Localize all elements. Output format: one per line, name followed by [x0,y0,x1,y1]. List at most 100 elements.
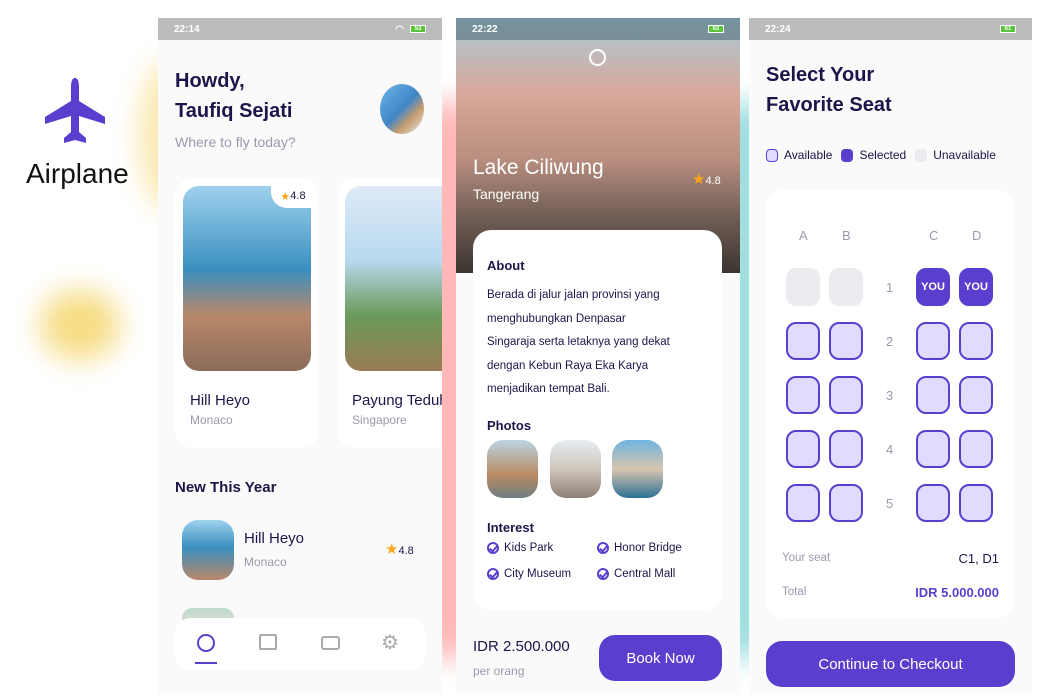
legend-label: Available [784,148,833,162]
destination-location: Monaco [190,413,233,427]
price: IDR 2.500.000 [473,638,570,655]
seat-C2[interactable] [916,322,950,360]
seat-C3[interactable] [916,376,950,414]
status-bar: 22:24 61 [749,18,1032,40]
subtitle: Where to fly today? [175,134,296,150]
seat-legend: Available Selected Unavailable [766,148,996,162]
destination-name: Lake Ciliwung [473,156,604,179]
card-icon[interactable] [321,636,340,650]
destination-name: Hill Heyo [190,392,251,409]
home-screen: 22:14 ◠ 53 Howdy, Taufiq Sejati Where to f… [158,18,442,695]
rating: ★4.8 [692,170,721,188]
page-title-line2: Favorite Seat [766,94,892,116]
column-label: B [842,228,851,243]
greeting: Howdy, [175,70,245,92]
total-label: Total [782,586,807,598]
status-bar: 22:14 ◠ 53 [158,18,442,40]
about-line: Berada di jalur jalan provinsi yang [487,289,660,301]
legend-label: Unavailable [933,148,996,162]
row-label: 4 [886,442,894,457]
seat-D4[interactable] [959,430,993,468]
seat-B4[interactable] [829,430,863,468]
seat-A5[interactable] [786,484,820,522]
star-icon: ★ [385,541,399,558]
book-now-button[interactable]: Book Now [599,635,722,681]
continue-to-checkout-button[interactable]: Continue to Checkout [766,641,1015,687]
about-card: About Berada di jalur jalan provinsi yan… [473,230,722,610]
check-icon [597,542,609,554]
destination-image [345,186,442,371]
row-label: 3 [886,388,894,403]
book-icon[interactable] [259,634,277,650]
seat-D3[interactable] [959,376,993,414]
seat-D2[interactable] [959,322,993,360]
destination-location: Singapore [352,413,407,427]
interest-label: City Museum [504,568,572,581]
row-label: 5 [886,496,894,511]
check-icon [487,568,499,580]
interest-label: Honor Bridge [614,542,682,555]
status-time: 22:22 [472,23,498,35]
rating: ★4.8 [385,540,414,558]
rating-value: 4.8 [705,175,721,187]
page-title-line1: Select Your [766,64,875,86]
seat-C5[interactable] [916,484,950,522]
seat-B2[interactable] [829,322,863,360]
avatar[interactable] [380,84,424,134]
gear-icon[interactable]: ⚙ [381,630,399,655]
seat-B3[interactable] [829,376,863,414]
about-title: About [487,258,525,273]
photo-thumb[interactable] [550,440,601,498]
price-unit: per orang [473,664,525,678]
seat-B5[interactable] [829,484,863,522]
total-value: IDR 5.000.000 [915,585,999,600]
wifi-icon: ◠ [395,23,404,35]
detail-screen: 22:22 62 Lake Ciliwung Tangerang ★4.8 Abo… [456,18,740,695]
available-swatch [766,148,778,162]
interest-item: Central Mall [597,568,675,580]
destination-location: Monaco [244,555,287,569]
globe-logo-icon [589,49,606,66]
status-bar: 22:22 62 [456,18,740,40]
list-item[interactable]: Hill Heyo Monaco ★4.8 [175,518,425,582]
seat-A3[interactable] [786,376,820,414]
interest-item: Honor Bridge [597,542,682,554]
about-line: dengan Kebun Raya Eka Karya [487,359,649,372]
rating-badge: ★ 4.8 [271,184,315,208]
globe-icon[interactable] [197,634,215,652]
destination-location: Tangerang [473,186,540,202]
your-seat-label: Your seat [782,552,831,564]
column-label: D [972,228,982,243]
battery-icon: 61 [1000,25,1016,33]
photo-thumb[interactable] [612,440,663,498]
destination-name: Payung Teduh [352,392,442,409]
about-line: Singaraja serta letaknya yang dekat [487,336,670,348]
your-seat-value: C1, D1 [958,551,999,566]
destination-name: Hill Heyo [244,530,305,547]
star-icon: ★ [692,171,706,188]
battery-icon: 62 [708,25,724,33]
destination-card[interactable]: Payung Teduh Singapore [337,178,442,448]
seat-D5[interactable] [959,484,993,522]
photos-title: Photos [487,418,532,433]
section-title: New This Year [175,479,277,496]
destination-card[interactable]: ★ 4.8 Hill Heyo Monaco [175,178,319,448]
bottom-nav: ⚙ [175,618,425,670]
seat-C4[interactable] [916,430,950,468]
column-label: C [929,228,939,243]
seat-A1 [786,268,820,306]
seat-A2[interactable] [786,322,820,360]
interest-item: City Museum [487,568,571,580]
seat-D1[interactable]: YOU [959,268,993,306]
seat-A4[interactable] [786,430,820,468]
seat-B1 [829,268,863,306]
battery-icon: 53 [410,25,426,33]
active-indicator [195,662,217,664]
photo-thumb[interactable] [487,440,538,498]
rating: 4.8 [290,190,306,202]
row-label: 2 [886,334,894,349]
check-icon [487,542,499,554]
seat-C1[interactable]: YOU [916,268,950,306]
seat-map: A B C D 1 YOU YOU 2 3 4 5 Your seat C1, D1 Tot… [766,190,1015,618]
interest-item: Kids Park [487,542,553,554]
